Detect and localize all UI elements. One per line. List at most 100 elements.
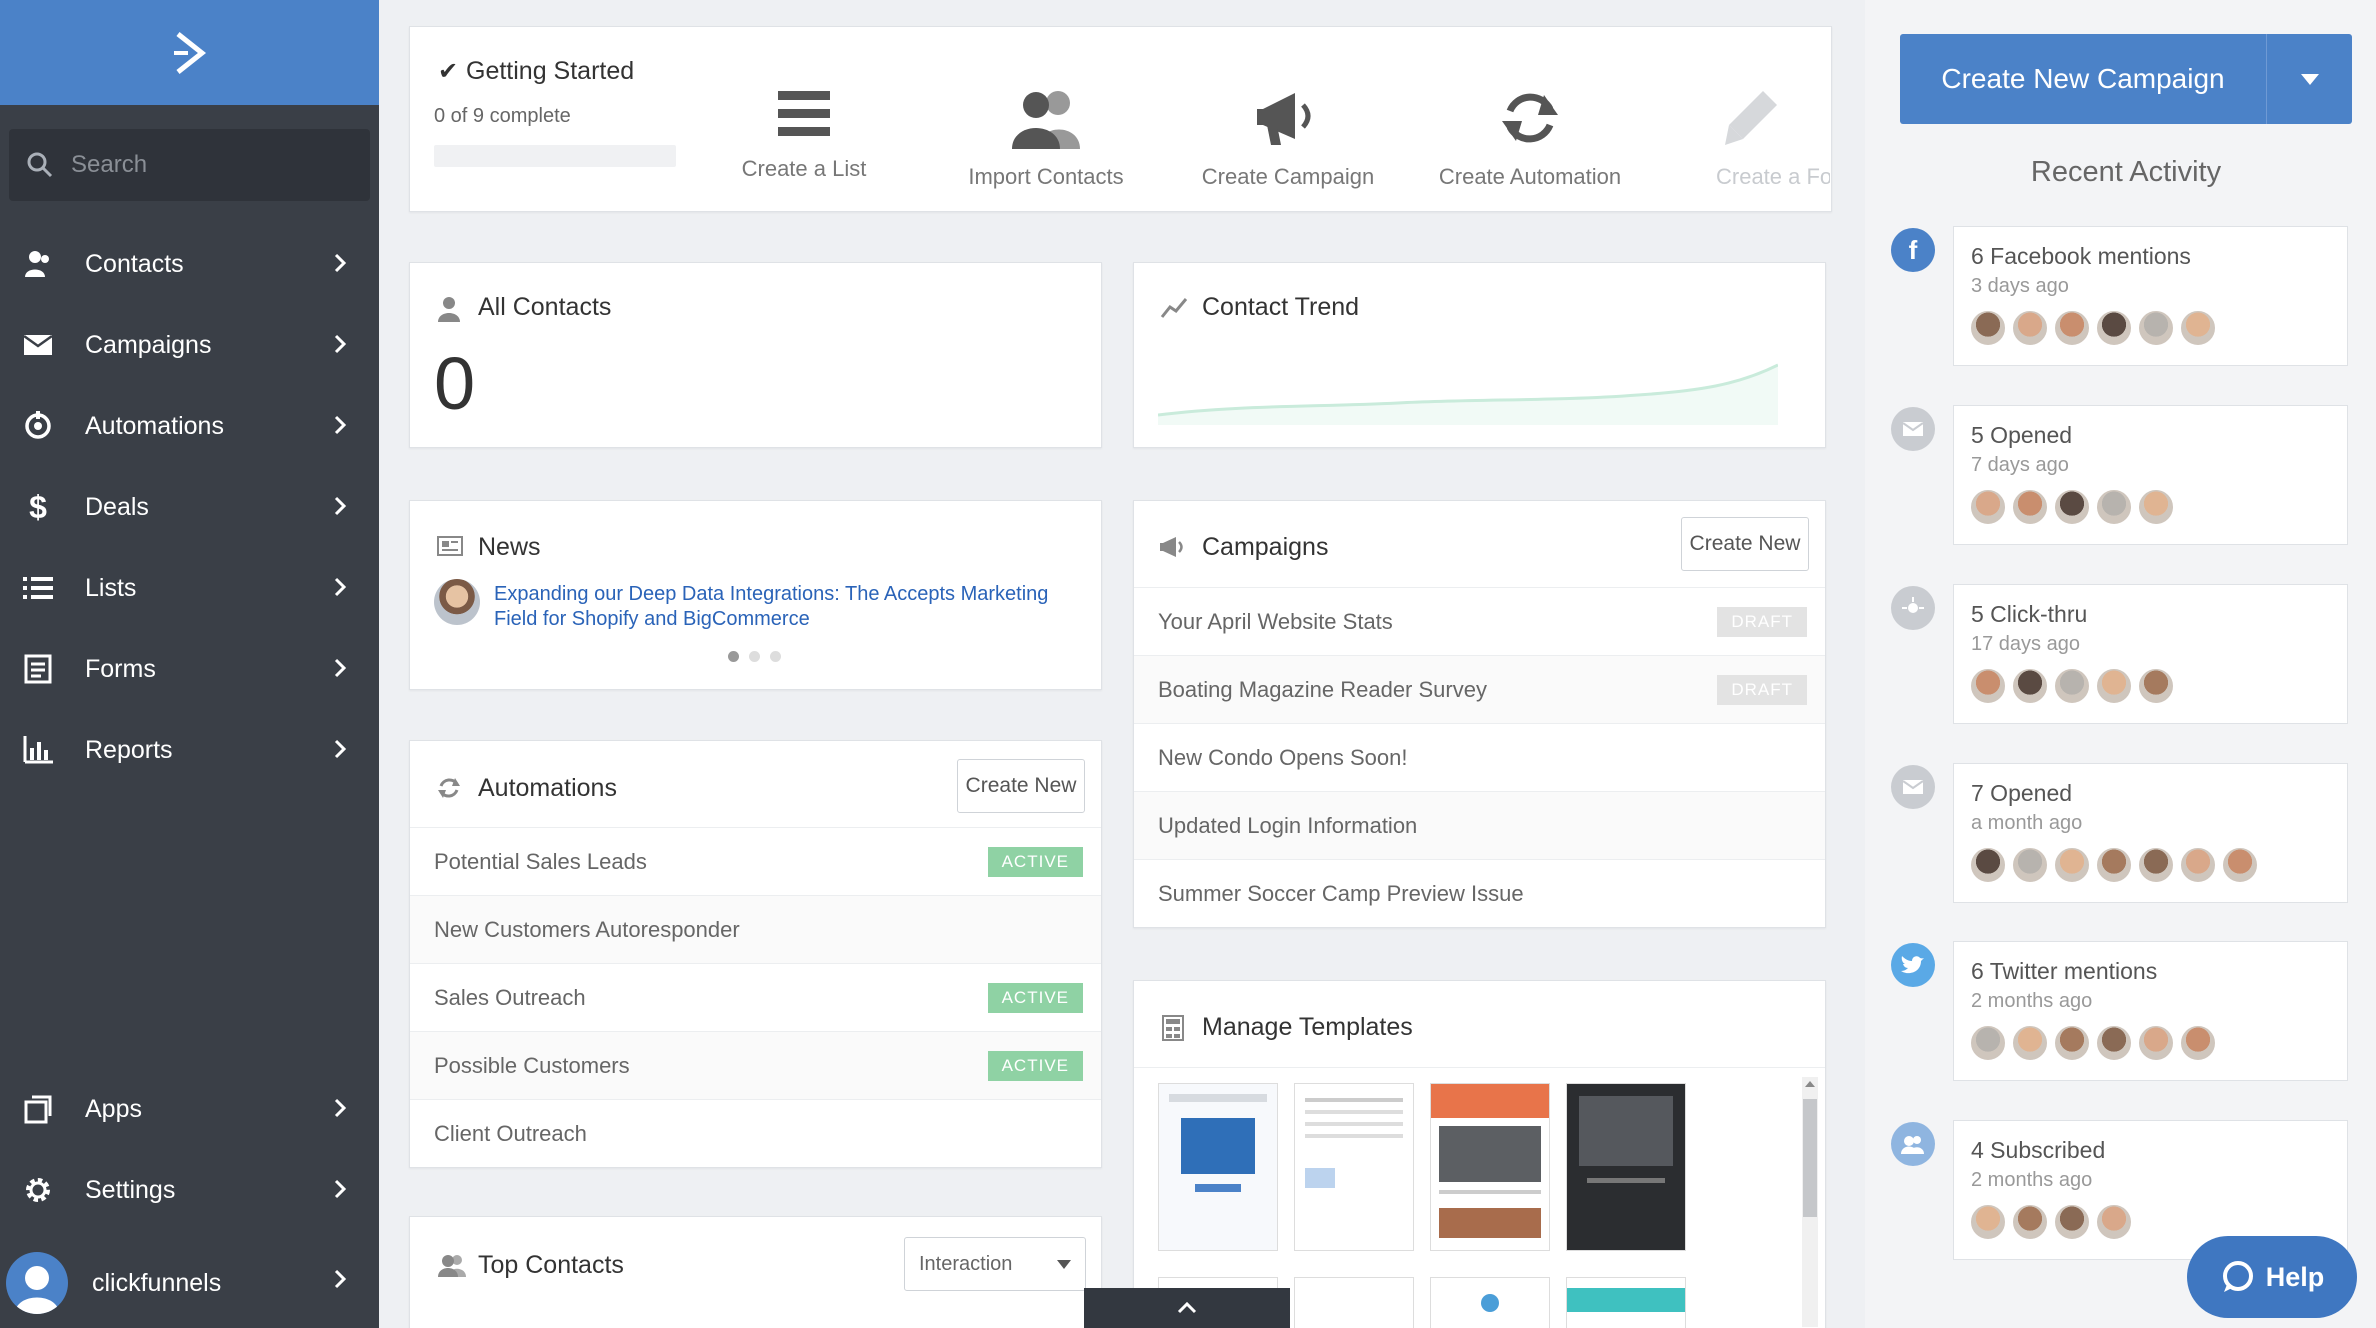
avatar[interactable] bbox=[2137, 488, 2175, 526]
news-headline-link[interactable]: Expanding our Deep Data Integrations: Th… bbox=[494, 583, 1048, 606]
avatar[interactable] bbox=[2095, 1024, 2133, 1062]
avatar[interactable] bbox=[2053, 846, 2091, 884]
table-row[interactable]: New Customers Autoresponder bbox=[410, 895, 1101, 963]
avatar[interactable] bbox=[2095, 488, 2133, 526]
table-row[interactable]: Boating Magazine Reader Survey DRAFT bbox=[1134, 655, 1825, 723]
sidebar-item-forms[interactable]: Forms bbox=[0, 639, 379, 699]
avatar-group bbox=[1969, 1203, 2137, 1241]
collapse-tab[interactable] bbox=[1084, 1288, 1290, 1328]
activity-card[interactable]: 5 Click-thru 17 days ago bbox=[1953, 584, 2348, 724]
search-box[interactable] bbox=[9, 129, 370, 201]
avatar[interactable] bbox=[2053, 488, 2091, 526]
avatar[interactable] bbox=[2095, 309, 2133, 347]
chevron-right-icon bbox=[334, 253, 347, 273]
step-create-list[interactable]: Create a List bbox=[704, 87, 904, 182]
news-headline-link-cont[interactable]: Field for Shopify and BigCommerce bbox=[494, 608, 810, 631]
activity-card[interactable]: 7 Opened a month ago bbox=[1953, 763, 2348, 903]
logo[interactable] bbox=[0, 0, 379, 105]
table-row[interactable]: New Condo Opens Soon! bbox=[1134, 723, 1825, 791]
sidebar-item-campaigns[interactable]: Campaigns bbox=[0, 315, 379, 375]
table-row[interactable]: Updated Login Information bbox=[1134, 791, 1825, 859]
automation-name: New Customers Autoresponder bbox=[434, 916, 740, 942]
avatar[interactable] bbox=[2053, 667, 2091, 705]
search-input[interactable] bbox=[71, 151, 331, 179]
template-thumb[interactable] bbox=[1430, 1083, 1550, 1251]
chevron-right-icon bbox=[334, 415, 347, 435]
table-row[interactable]: Client Outreach bbox=[410, 1099, 1101, 1167]
avatar[interactable] bbox=[2053, 1203, 2091, 1241]
activity-time: a month ago bbox=[1971, 812, 2083, 834]
table-row[interactable]: Possible Customers ACTIVE bbox=[410, 1031, 1101, 1099]
sidebar-item-deals[interactable]: $ Deals bbox=[0, 477, 379, 537]
avatar[interactable] bbox=[2011, 309, 2049, 347]
template-thumb[interactable] bbox=[1566, 1083, 1686, 1251]
avatar[interactable] bbox=[1969, 1024, 2007, 1062]
user-menu[interactable]: clickfunnels bbox=[0, 1250, 379, 1316]
sidebar-item-label: Forms bbox=[85, 654, 156, 683]
scrollbar-thumb[interactable] bbox=[1803, 1099, 1817, 1217]
sidebar-item-reports[interactable]: Reports bbox=[0, 720, 379, 780]
sidebar-item-contacts[interactable]: Contacts bbox=[0, 234, 379, 294]
activity-card[interactable]: 5 Opened 7 days ago bbox=[1953, 405, 2348, 545]
template-thumb[interactable] bbox=[1294, 1083, 1414, 1251]
carousel-dot[interactable] bbox=[770, 651, 781, 662]
avatar[interactable] bbox=[1969, 1203, 2007, 1241]
avatar[interactable] bbox=[1969, 309, 2007, 347]
create-new-campaign-button[interactable]: Create New Campaign bbox=[1900, 34, 2266, 124]
sidebar-item-lists[interactable]: Lists bbox=[0, 558, 379, 618]
template-thumb[interactable] bbox=[1294, 1277, 1414, 1328]
template-thumb[interactable] bbox=[1430, 1277, 1550, 1328]
step-create-automation[interactable]: Create Automation bbox=[1430, 87, 1630, 190]
table-row[interactable]: Sales Outreach ACTIVE bbox=[410, 963, 1101, 1031]
contact-trend-card[interactable]: Contact Trend bbox=[1133, 262, 1826, 448]
avatar[interactable] bbox=[1969, 667, 2007, 705]
avatar[interactable] bbox=[2137, 667, 2175, 705]
avatar[interactable] bbox=[2137, 846, 2175, 884]
interaction-select[interactable]: Interaction bbox=[904, 1237, 1086, 1291]
sidebar-item-apps[interactable]: Apps bbox=[0, 1079, 379, 1139]
create-automation-button[interactable]: Create New bbox=[957, 759, 1085, 813]
step-create-form[interactable]: Create a Fo bbox=[1672, 87, 1830, 190]
sidebar-item-settings[interactable]: Settings bbox=[0, 1160, 379, 1220]
avatar bbox=[6, 1252, 68, 1314]
avatar[interactable] bbox=[2011, 846, 2049, 884]
step-create-campaign[interactable]: Create Campaign bbox=[1188, 87, 1388, 190]
avatar[interactable] bbox=[2011, 667, 2049, 705]
avatar[interactable] bbox=[2011, 1024, 2049, 1062]
avatar[interactable] bbox=[2095, 846, 2133, 884]
carousel-dot-active[interactable] bbox=[728, 651, 739, 662]
activity-card[interactable]: 6 Facebook mentions 3 days ago bbox=[1953, 226, 2348, 366]
progress-text: 0 of 9 complete bbox=[434, 105, 571, 127]
avatar[interactable] bbox=[2053, 1024, 2091, 1062]
avatar[interactable] bbox=[1969, 846, 2007, 884]
carousel-dot[interactable] bbox=[749, 651, 760, 662]
scrollbar[interactable] bbox=[1802, 1077, 1818, 1327]
table-row[interactable]: Your April Website Stats DRAFT bbox=[1134, 587, 1825, 655]
table-row[interactable]: Potential Sales Leads ACTIVE bbox=[410, 827, 1101, 895]
user-icon bbox=[438, 297, 460, 322]
avatar[interactable] bbox=[2095, 1203, 2133, 1241]
avatar[interactable] bbox=[2095, 667, 2133, 705]
campaign-dropdown-toggle[interactable] bbox=[2266, 34, 2352, 124]
table-row[interactable]: Summer Soccer Camp Preview Issue bbox=[1134, 859, 1825, 927]
help-button[interactable]: Help bbox=[2187, 1236, 2357, 1318]
status-badge: DRAFT bbox=[1717, 674, 1807, 705]
sidebar-item-automations[interactable]: Automations bbox=[0, 396, 379, 456]
avatar[interactable] bbox=[2011, 488, 2049, 526]
avatar[interactable] bbox=[2011, 1203, 2049, 1241]
avatar[interactable] bbox=[1969, 488, 2007, 526]
avatar[interactable] bbox=[2179, 846, 2217, 884]
activity-card[interactable]: 6 Twitter mentions 2 months ago bbox=[1953, 941, 2348, 1081]
step-import-contacts[interactable]: Import Contacts bbox=[946, 87, 1146, 190]
avatar[interactable] bbox=[2137, 1024, 2175, 1062]
all-contacts-card[interactable]: All Contacts 0 bbox=[409, 262, 1102, 448]
create-campaign-button[interactable]: Create New bbox=[1681, 517, 1809, 571]
avatar[interactable] bbox=[2137, 309, 2175, 347]
avatar[interactable] bbox=[2179, 309, 2217, 347]
avatar[interactable] bbox=[2179, 1024, 2217, 1062]
template-thumb[interactable] bbox=[1158, 1083, 1278, 1251]
avatar[interactable] bbox=[2053, 309, 2091, 347]
manage-templates-card: Manage Templates bbox=[1133, 980, 1826, 1328]
avatar[interactable] bbox=[2221, 846, 2259, 884]
template-thumb[interactable] bbox=[1566, 1277, 1686, 1328]
